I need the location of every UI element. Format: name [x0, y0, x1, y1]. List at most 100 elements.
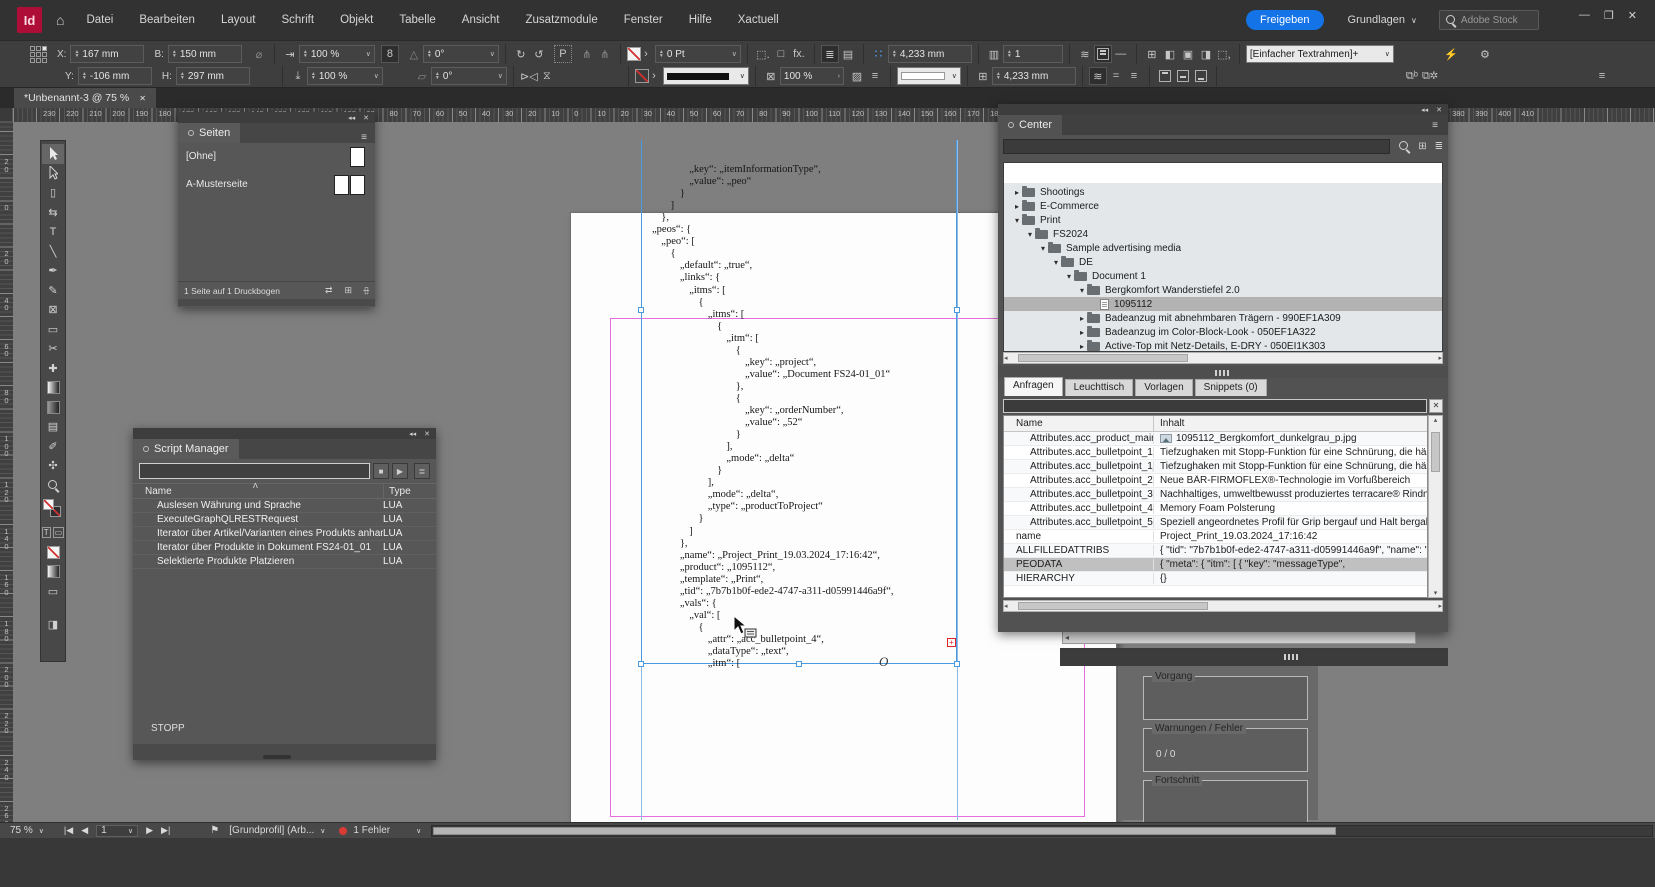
center-search-input[interactable]	[1003, 138, 1391, 154]
prev-page-icon[interactable]: ◀	[81, 825, 88, 836]
scroll-up-icon[interactable]: ▴	[1434, 416, 1438, 424]
sync-selection-icon[interactable]: ⊞	[1418, 141, 1426, 152]
menu-fenster[interactable]: Fenster	[624, 14, 663, 26]
tree-collapsed-icon[interactable]: ▸	[1077, 328, 1087, 337]
tree-item-sample-advertising-media[interactable]: ▾ Sample advertising media	[1004, 241, 1442, 255]
drop-shadow-icon[interactable]: □	[772, 45, 790, 63]
script-row[interactable]: Selektierte Produkte Platzieren LUA	[133, 555, 436, 569]
attribute-row[interactable]: Attributes.acc_bulletpoint_1 Tiefzughaken…	[1004, 446, 1427, 460]
attribute-row[interactable]: Attributes.acc_bulletpoint_3 Nachhaltiges…	[1004, 488, 1427, 502]
tree-expanded-icon[interactable]: ▾	[1025, 230, 1035, 239]
document-tab[interactable]: *Unbenannt-3 @ 75 % ✕	[14, 88, 156, 108]
rectangle-tool[interactable]: ▭	[42, 320, 64, 340]
adobe-stock-search[interactable]: Adobe Stock	[1438, 10, 1539, 30]
stroke-weight-field[interactable]: ▲ ▼ 0 Pt ∨	[654, 45, 741, 63]
align-right-edges-icon[interactable]: ◨	[1197, 45, 1215, 63]
corner-size-icon[interactable]: ⊠	[762, 67, 780, 85]
line-tool[interactable]: ╲	[42, 242, 64, 262]
quick-apply-lightning-icon[interactable]: ⚡	[1442, 45, 1460, 63]
tree-collapsed-icon[interactable]: ▸	[1077, 314, 1087, 323]
column-header-inhalt[interactable]: Inhalt	[1153, 416, 1184, 431]
splitter-grip-icon[interactable]	[1215, 370, 1231, 376]
fill-proxy[interactable]	[43, 499, 54, 510]
stroke-style-dropdown[interactable]: ∨	[662, 67, 749, 85]
attribute-row[interactable]: Attributes.acc_bulletpoint_4 Memory Foam …	[1004, 502, 1427, 516]
tree-collapsed-icon[interactable]: ▸	[1077, 342, 1087, 351]
clear-overrides-icon[interactable]: ⧉ᵇ	[1403, 67, 1421, 85]
overset-text-indicator[interactable]: +	[947, 638, 956, 647]
tab-seiten[interactable]: Seiten	[178, 123, 241, 143]
new-page-icon[interactable]: ⊞	[345, 285, 353, 296]
attribute-row[interactable]: Attributes.acc_product_main_image 1095112…	[1004, 432, 1427, 446]
tree-item-1095112[interactable]: 1095112	[1004, 297, 1442, 311]
tree-item-active-top-mit-netz-details-e-dry-050ei1k303[interactable]: ▸ Active-Top mit Netz-Details, E-DRY - 05…	[1004, 339, 1442, 351]
single-page-icon[interactable]	[350, 147, 365, 167]
attribute-row[interactable]: Attributes.acc_bulletpoint_1_DH Tiefzugha…	[1004, 460, 1427, 474]
formatting-text-icon[interactable]: T	[41, 527, 51, 539]
scissors-tool[interactable]: ✂	[42, 339, 64, 359]
rotate-ccw-icon[interactable]: ↺	[530, 45, 548, 63]
masterpage-row[interactable]: [Ohne]	[178, 143, 375, 167]
tree-expanded-icon[interactable]: ▾	[1038, 244, 1048, 253]
first-page-icon[interactable]: |◀	[64, 825, 73, 836]
gutter-field[interactable]: ▲ ▼ 4,233 mm	[991, 67, 1076, 85]
select-container-icon[interactable]: P	[553, 45, 572, 63]
page-transitions-icon[interactable]: ⇄	[325, 285, 333, 296]
menu-layout[interactable]: Layout	[221, 14, 256, 26]
error-count[interactable]: 1 Fehler	[353, 825, 390, 836]
script-filter-input[interactable]	[139, 463, 370, 479]
scrollbar-thumb[interactable]	[433, 826, 1336, 835]
justify-v-icon[interactable]: ≡	[1125, 67, 1143, 85]
tree-item-badeanzug-im-color-block-look-050ef1a322[interactable]: ▸ Badeanzug im Color-Block-Look - 050EF1A…	[1004, 325, 1442, 339]
reference-point-proxy[interactable]	[30, 45, 47, 63]
masterpage-row[interactable]: A-Musterseite	[178, 167, 375, 195]
screen-mode-button[interactable]: ◨	[42, 615, 64, 635]
tab-leuchttisch[interactable]: Leuchttisch	[1064, 379, 1134, 396]
select-previous-object-icon[interactable]: ⋔	[578, 45, 596, 63]
ruler-origin-corner[interactable]	[0, 108, 13, 122]
wrap-none-icon[interactable]: ≣	[820, 45, 839, 63]
scale-x-field[interactable]: ▲ ▼ 100 % ∨	[298, 45, 375, 63]
flip-vertical-icon[interactable]: ⧖	[538, 67, 556, 85]
document-close-icon[interactable]: ✕	[139, 94, 146, 103]
apply-none-button[interactable]: ▭	[42, 582, 64, 602]
stroke-menu-chevron-icon[interactable]: ›	[649, 67, 659, 85]
menu-xactuell[interactable]: Xactuell	[738, 14, 779, 26]
attribute-row[interactable]: Attributes.acc_bulletpoint_5 Speziell ang…	[1004, 516, 1427, 530]
rectangle-frame-tool[interactable]: ⊠	[42, 300, 64, 320]
tree-collapsed-icon[interactable]: ▸	[1012, 188, 1022, 197]
frame-handle-bottom-right[interactable]	[954, 661, 960, 667]
collapse-panel-icon[interactable]: ◂◂	[409, 430, 416, 438]
fill-swatch[interactable]	[626, 47, 641, 61]
home-icon[interactable]: ⌂	[56, 12, 64, 28]
rotation-field[interactable]: ▲ ▼ 0° ∨	[422, 45, 499, 63]
zoom-chevron-icon[interactable]: ∨	[39, 827, 44, 835]
shear-field[interactable]: ▲ ▼ 0° ∨	[430, 67, 507, 85]
zoom-level[interactable]: 75 %	[10, 825, 33, 836]
attribute-row[interactable]: ALLFILLEDATTRIBS { "tid": "7b7b1b0f-ede2-…	[1004, 544, 1427, 558]
error-chevron-icon[interactable]: ∨	[416, 827, 421, 835]
free-transform-tool[interactable]: ✚	[42, 359, 64, 379]
menu-objekt[interactable]: Objekt	[340, 14, 373, 26]
direct-selection-tool[interactable]	[42, 164, 64, 184]
column-header-type[interactable]: Type	[383, 484, 411, 498]
panel-menu-icon[interactable]: ≡	[1593, 67, 1611, 85]
gap-tool[interactable]: ⇆	[42, 203, 64, 223]
eyedropper-tool[interactable]: ✐	[42, 437, 64, 457]
opacity-field[interactable]: 100 % ›	[779, 67, 844, 85]
attribute-row[interactable]: Attributes.acc_bulletpoint_2 Neue BÄR-FIR…	[1004, 474, 1427, 488]
selection-tool[interactable]	[42, 144, 64, 164]
stop-script-icon[interactable]: ■	[373, 463, 389, 479]
tab-script-manager[interactable]: Script Manager	[133, 439, 239, 459]
flip-horizontal-icon[interactable]: ⊳◁	[520, 67, 538, 85]
table-h-scrollbar[interactable]: ◂ ▸	[1003, 600, 1443, 612]
frame-handle-left[interactable]	[638, 307, 644, 313]
close-button[interactable]: ✕	[1628, 9, 1637, 22]
swatch-dropdown[interactable]: ∨	[896, 67, 961, 85]
scroll-left-icon[interactable]: ◂	[1004, 354, 1008, 362]
tree-item-document-1[interactable]: ▾ Document 1	[1004, 269, 1442, 283]
json-text-content[interactable]: „key“: „itemInformationType“, „value“: „p…	[652, 164, 1052, 704]
rotate-cw-icon[interactable]: ↻	[512, 45, 530, 63]
frame-fitting-icon[interactable]: ⊞	[1143, 45, 1161, 63]
gradient-feather-tool[interactable]	[42, 398, 64, 418]
